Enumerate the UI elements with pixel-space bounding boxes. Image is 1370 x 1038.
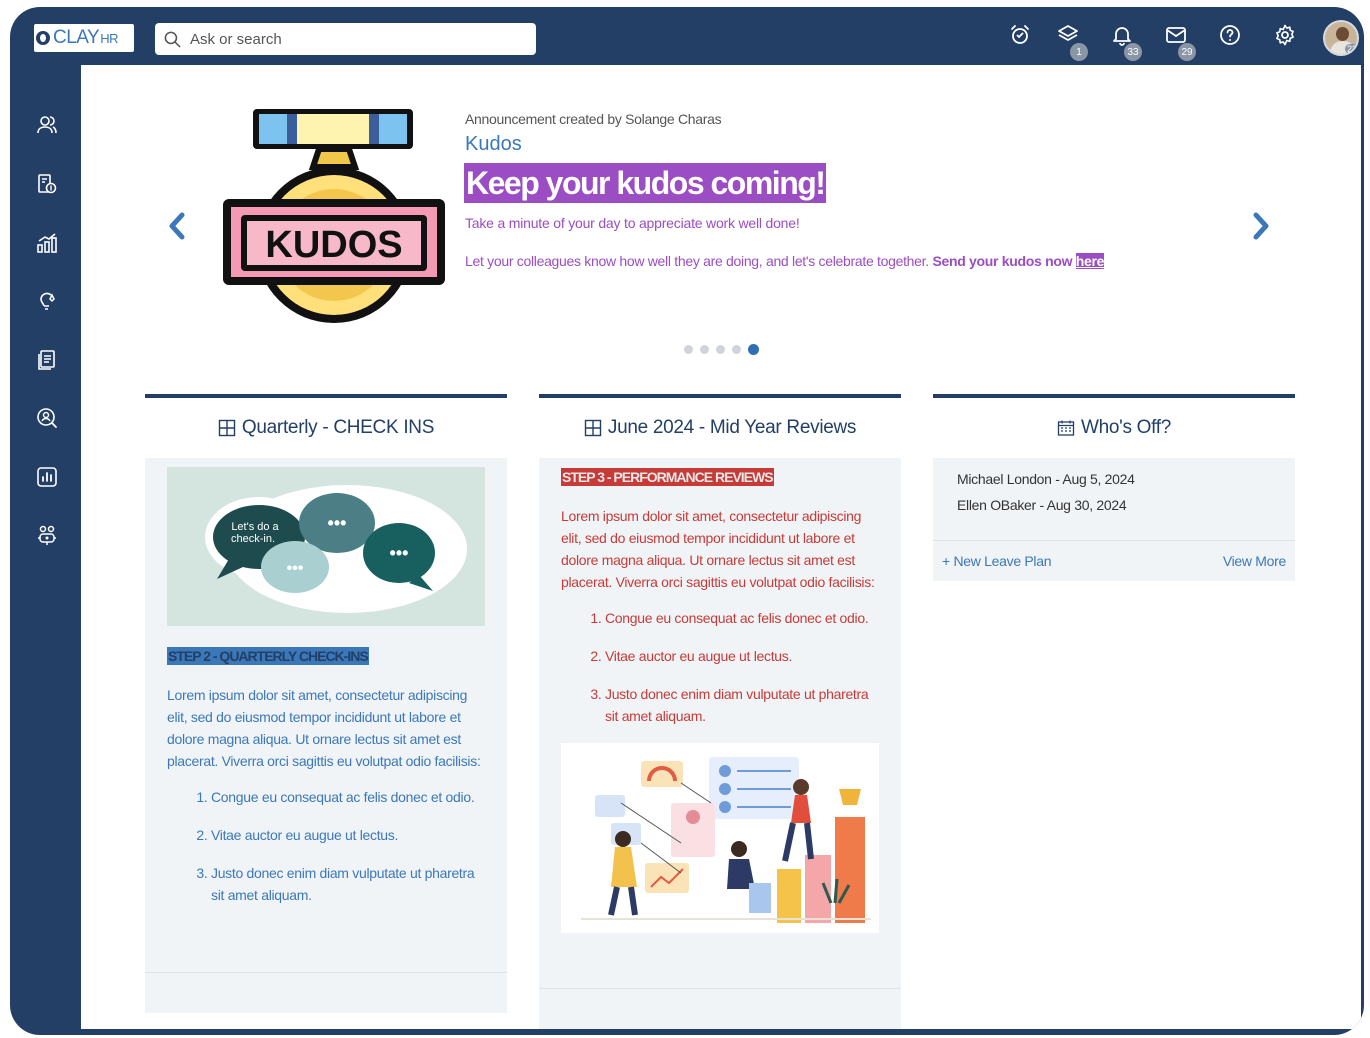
announcement-line-1: Take a minute of your day to appreciate … (465, 215, 800, 231)
carousel-dot-active[interactable] (748, 344, 759, 355)
list-item: Congue eu consequat ac felis donec et od… (605, 607, 879, 629)
svg-text:Let's do a: Let's do a (231, 521, 279, 533)
whos-off-card: Who's Off? Michael London - Aug 5, 2024 … (933, 394, 1295, 581)
list-item: Justo donec enim diam vulputate ut phare… (211, 862, 485, 906)
list-item: Vitae auctor eu augue ut lectus. (605, 645, 879, 667)
list-item[interactable]: Ellen OBaker - Aug 30, 2024 (957, 492, 1271, 518)
carousel-next-button[interactable] (1249, 210, 1273, 242)
whos-off-card-header: Who's Off? (933, 398, 1295, 458)
checkins-card-body: Let's do a check-in. ••• ••• ••• STEP 2 … (145, 458, 507, 1013)
list-item: Vitae auctor eu augue ut lectus. (211, 824, 485, 846)
svg-text:•••: ••• (328, 513, 347, 533)
top-bar: CLAYHR 1 33 29 23 (10, 7, 1364, 65)
sidebar (10, 65, 81, 1035)
checkin-bubbles-image: Let's do a check-in. ••• ••• ••• (167, 467, 485, 626)
ideas-icon[interactable] (35, 289, 61, 315)
announcement-title[interactable]: Kudos (465, 133, 522, 156)
search-icon (164, 31, 181, 47)
list-item: Congue eu consequat ac felis donec et od… (211, 786, 485, 808)
grid-icon (584, 419, 602, 437)
svg-text:check-in.: check-in. (231, 533, 275, 545)
grid-icon (218, 419, 236, 437)
announcement-line-2-bold: Send your kudos now (932, 253, 1073, 269)
carousel-dots (684, 344, 759, 355)
carousel-dot[interactable] (716, 345, 725, 354)
help-icon[interactable] (1218, 23, 1244, 49)
checkins-card: Quarterly - CHECK INS Let's do a check-i… (145, 394, 507, 1013)
search-box[interactable] (155, 23, 536, 55)
list-item[interactable]: Michael London - Aug 5, 2024 (957, 466, 1271, 492)
reviews-card-title: June 2024 - Mid Year Reviews (607, 417, 857, 438)
announcement-line-2: Let your colleagues know how well they a… (465, 253, 1104, 269)
new-leave-plan-link[interactable]: + New Leave Plan (942, 553, 1052, 569)
main-content: KUDOS Announcement created by Solange Ch… (81, 65, 1361, 1029)
carousel-dot[interactable] (684, 345, 693, 354)
org-chart-icon[interactable] (35, 523, 61, 549)
notifications-badge: 33 (1124, 43, 1142, 61)
announcement-line-2-text: Let your colleagues know how well they a… (465, 253, 929, 269)
view-more-link[interactable]: View More (1223, 553, 1286, 569)
app-logo[interactable]: CLAYHR (34, 24, 134, 52)
reports-icon[interactable] (35, 465, 61, 491)
logo-text: CLAY (53, 27, 100, 48)
reviews-paragraph: Lorem ipsum dolor sit amet, consectetur … (561, 508, 875, 590)
whos-off-card-title: Who's Off? (1080, 417, 1172, 438)
documents-icon[interactable] (35, 348, 61, 374)
analytics-icon[interactable] (35, 231, 61, 257)
checkins-card-title: Quarterly - CHECK INS (241, 417, 435, 438)
checkins-list: Congue eu consequat ac felis donec et od… (167, 786, 485, 906)
kudos-medal-image: KUDOS (223, 109, 445, 323)
user-avatar[interactable]: 23 (1323, 20, 1359, 56)
checkins-step-label: STEP 2 - QUARTERLY CHECK-INS (167, 647, 369, 665)
mail-icon[interactable]: 29 (1164, 23, 1196, 61)
mail-badge: 29 (1178, 43, 1196, 61)
calendar-icon (1057, 420, 1075, 436)
list-item: Justo donec enim diam vulputate ut phare… (605, 683, 879, 727)
svg-text:•••: ••• (390, 543, 409, 563)
carousel-prev-button[interactable] (165, 210, 189, 242)
checkins-card-header: Quarterly - CHECK INS (145, 398, 507, 458)
logo-suffix: HR (100, 31, 119, 46)
layers-icon[interactable]: 1 (1056, 23, 1088, 61)
reviews-step-label: STEP 3 - PERFORMANCE REVIEWS (561, 468, 774, 486)
reviews-card-header: June 2024 - Mid Year Reviews (539, 398, 901, 458)
announcement-headline: Keep your kudos coming! (464, 163, 827, 203)
kudos-image-text: KUDOS (265, 224, 402, 266)
logo-mark-icon (36, 31, 50, 45)
avatar-badge: 23 (1344, 44, 1357, 54)
carousel-dot[interactable] (700, 345, 709, 354)
checkins-paragraph: Lorem ipsum dolor sit amet, consectetur … (167, 687, 481, 769)
search-input[interactable] (190, 30, 510, 48)
chevron-left-icon (169, 212, 185, 240)
gear-icon[interactable] (1273, 23, 1299, 49)
send-kudos-link[interactable]: here (1075, 253, 1104, 269)
reviews-card-body: STEP 3 - PERFORMANCE REVIEWS Lorem ipsum… (539, 458, 901, 1029)
payroll-icon[interactable] (35, 172, 61, 198)
whos-off-footer: + New Leave Plan View More (933, 541, 1295, 581)
layers-badge: 1 (1070, 43, 1088, 61)
bell-icon[interactable]: 33 (1110, 23, 1142, 61)
people-icon[interactable] (35, 113, 61, 139)
app-frame: CLAYHR 1 33 29 23 (10, 7, 1364, 1035)
svg-text:•••: ••• (287, 560, 304, 577)
announcement-meta: Announcement created by Solange Charas (465, 111, 722, 127)
whos-off-list: Michael London - Aug 5, 2024 Ellen OBake… (933, 458, 1295, 540)
search-person-icon[interactable] (35, 406, 61, 432)
alarm-clock-icon[interactable] (1008, 23, 1034, 49)
chevron-right-icon (1253, 212, 1269, 240)
performance-review-illustration (561, 743, 879, 933)
reviews-card: June 2024 - Mid Year Reviews STEP 3 - PE… (539, 394, 901, 1029)
reviews-list: Congue eu consequat ac felis donec et od… (561, 607, 879, 727)
carousel-dot[interactable] (732, 345, 741, 354)
